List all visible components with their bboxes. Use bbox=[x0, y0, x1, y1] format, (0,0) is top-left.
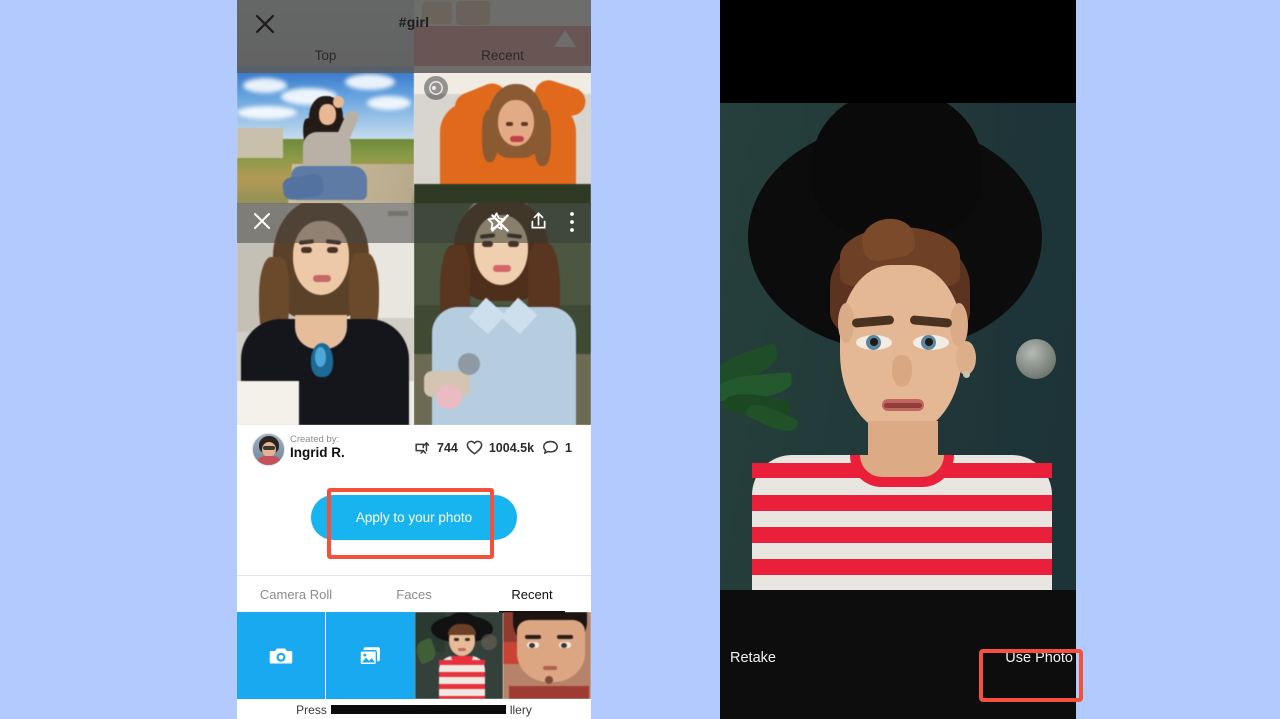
redaction-bar bbox=[330, 705, 506, 714]
caption-suffix: llery bbox=[509, 702, 532, 717]
video-badge-icon bbox=[424, 76, 448, 100]
picker-tabbar: Camera Roll Faces Recent bbox=[237, 575, 591, 613]
recent-photo-thumb[interactable] bbox=[414, 612, 503, 699]
tab-recent[interactable]: Recent bbox=[473, 576, 591, 613]
picker-strip bbox=[237, 612, 591, 699]
use-photo-button[interactable]: Use Photo bbox=[1005, 650, 1073, 666]
tab-camera-roll-label: Camera Roll bbox=[259, 587, 333, 602]
remix-count: 744 bbox=[437, 440, 458, 455]
grid-thumbnail[interactable] bbox=[237, 66, 414, 206]
comment-stat[interactable]: 1 bbox=[541, 438, 572, 457]
gallery-icon bbox=[359, 646, 381, 665]
grid-thumbnail[interactable] bbox=[414, 66, 591, 206]
hashtag-title: #girl bbox=[398, 14, 430, 30]
tab-faces[interactable]: Faces bbox=[355, 576, 473, 613]
camera-action-bar: Retake Use Photo bbox=[720, 590, 1076, 719]
created-by-label: Created by: bbox=[290, 434, 340, 445]
comment-icon bbox=[543, 440, 559, 454]
left-phone-screenshot: Created by: Ingrid R. 744 1004.5k 1 Came… bbox=[237, 0, 591, 719]
tab-recent-top-label: Recent bbox=[481, 48, 524, 63]
tab-recent-label: Recent bbox=[511, 587, 553, 602]
recent-photo-thumb[interactable] bbox=[502, 612, 591, 699]
comment-count: 1 bbox=[565, 440, 572, 455]
share-icon[interactable] bbox=[527, 209, 550, 237]
tab-camera-roll[interactable]: Camera Roll bbox=[237, 576, 355, 613]
more-vertical-icon[interactable] bbox=[566, 211, 578, 238]
tab-top[interactable]: Top bbox=[237, 48, 414, 73]
star-icon[interactable] bbox=[485, 210, 508, 238]
like-count: 1004.5k bbox=[488, 440, 535, 455]
overlay-close-icon[interactable] bbox=[250, 209, 274, 238]
caption-prefix: Press bbox=[296, 702, 327, 717]
bottom-caption: Press llery bbox=[237, 700, 591, 719]
heart-icon bbox=[466, 440, 483, 455]
remix-icon bbox=[415, 441, 430, 454]
apply-button-label: Apply to your photo bbox=[355, 510, 473, 525]
gallery-tile[interactable] bbox=[325, 612, 415, 699]
camera-tile[interactable] bbox=[237, 612, 326, 699]
creator-row: Created by: Ingrid R. 744 1004.5k 1 bbox=[237, 425, 591, 472]
top-tabs: Top Recent bbox=[237, 48, 591, 73]
remix-stat[interactable]: 744 bbox=[413, 438, 458, 457]
stats-group: 744 1004.5k 1 bbox=[413, 438, 572, 457]
right-phone-screenshot: Retake Use Photo bbox=[720, 0, 1076, 719]
avatar[interactable] bbox=[252, 433, 285, 466]
creator-name: Ingrid R. bbox=[290, 445, 345, 460]
tab-top-label: Top bbox=[314, 48, 337, 63]
camera-icon bbox=[269, 648, 293, 663]
tab-recent-top[interactable]: Recent bbox=[414, 48, 591, 73]
apply-to-your-photo-button[interactable]: Apply to your photo bbox=[311, 495, 517, 540]
retake-button[interactable]: Retake bbox=[730, 650, 776, 666]
tab-faces-label: Faces bbox=[396, 587, 432, 602]
camera-preview-photo bbox=[720, 103, 1076, 590]
like-stat[interactable]: 1004.5k bbox=[465, 438, 534, 457]
